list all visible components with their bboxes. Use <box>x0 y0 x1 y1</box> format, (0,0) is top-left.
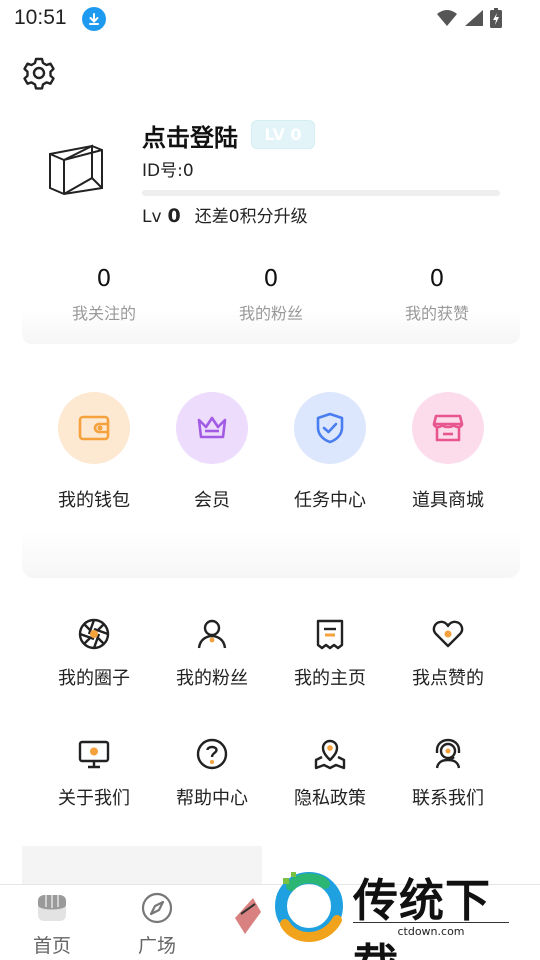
menu-card: 我的圈子 我的粉丝 我的主页 我点赞的 关于我们 帮助中心 隐私政策 联系我们 <box>22 578 520 844</box>
gear-icon[interactable] <box>20 54 58 92</box>
tab-label: 广场 <box>137 935 176 957</box>
item-store-button[interactable]: 道具商城 <box>389 392 507 512</box>
stat-label: 我的粉丝 <box>238 304 303 323</box>
user-id: ID号:0 <box>142 161 194 181</box>
signal-icon <box>464 9 484 31</box>
menu-label: 我点赞的 <box>412 668 484 689</box>
watermark-title: 传统下载 <box>353 874 492 960</box>
home-store-icon <box>35 891 69 925</box>
menu-label: 联系我们 <box>412 788 484 809</box>
heart-icon <box>430 616 466 652</box>
aperture-icon <box>76 616 112 652</box>
store-icon <box>412 392 484 464</box>
monitor-icon <box>76 736 112 772</box>
tab-square[interactable]: 广场 <box>117 891 197 958</box>
profile-card: 点击登陆 LV 0 ID号:0 Lv 0 还差0积分升级 0 我关注的 0 我的… <box>22 110 520 344</box>
download-icon <box>82 7 106 31</box>
level-progress-bar <box>142 190 500 196</box>
homepage-icon <box>312 616 348 652</box>
menu-label: 我的粉丝 <box>176 668 248 689</box>
stat-likes[interactable]: 0 我的获赞 <box>367 260 507 324</box>
menu-label: 关于我们 <box>58 788 130 809</box>
wifi-icon <box>436 9 458 31</box>
status-bar: 10:51 <box>0 0 540 38</box>
battery-icon <box>490 8 502 32</box>
menu-item-my-circle[interactable]: 我的圈子 <box>35 616 153 690</box>
stat-following[interactable]: 0 我关注的 <box>34 260 174 324</box>
feature-label: 任务中心 <box>294 490 366 511</box>
level-badge: LV 0 <box>251 120 315 149</box>
menu-item-help-center[interactable]: 帮助中心 <box>153 736 271 810</box>
feature-label: 会员 <box>194 490 230 511</box>
compass-icon <box>140 891 174 925</box>
menu-item-my-homepage[interactable]: 我的主页 <box>271 616 389 690</box>
stat-label: 我关注的 <box>71 304 136 323</box>
stat-value: 0 <box>263 266 279 292</box>
menu-item-liked[interactable]: 我点赞的 <box>389 616 507 690</box>
stat-fans[interactable]: 0 我的粉丝 <box>201 260 341 324</box>
stat-value: 0 <box>429 266 445 292</box>
stat-label: 我的获赞 <box>404 304 469 323</box>
map-pin-icon <box>312 736 348 772</box>
status-time: 10:51 <box>14 6 67 29</box>
menu-label: 我的主页 <box>294 668 366 689</box>
wallet-icon <box>58 392 130 464</box>
feature-label: 道具商城 <box>412 490 484 511</box>
user-icon <box>194 616 230 652</box>
membership-button[interactable]: 会员 <box>153 392 271 512</box>
menu-item-about-us[interactable]: 关于我们 <box>35 736 153 810</box>
help-icon <box>194 736 230 772</box>
watermark-emblem <box>235 872 343 942</box>
menu-item-contact-us[interactable]: 联系我们 <box>389 736 507 810</box>
task-center-button[interactable]: 任务中心 <box>271 392 389 512</box>
watermark-url: ctdown.com <box>353 922 509 938</box>
menu-item-my-fans[interactable]: 我的粉丝 <box>153 616 271 690</box>
watermark-logo: 传统下载 ctdown.com <box>225 858 525 960</box>
menu-label: 帮助中心 <box>176 788 248 809</box>
shield-check-icon <box>294 392 366 464</box>
menu-item-privacy-policy[interactable]: 隐私政策 <box>271 736 389 810</box>
headset-icon <box>430 736 466 772</box>
menu-label: 我的圈子 <box>58 668 130 689</box>
feature-label: 我的钱包 <box>58 490 130 511</box>
avatar[interactable] <box>46 138 108 202</box>
tab-home[interactable]: 首页 <box>12 891 92 958</box>
tab-label: 首页 <box>32 935 71 957</box>
level-hint: 还差0积分升级 <box>194 207 308 227</box>
wallet-button[interactable]: 我的钱包 <box>35 392 153 512</box>
stats-row: 0 我关注的 0 我的粉丝 0 我的获赞 <box>22 260 520 330</box>
stat-value: 0 <box>96 266 112 292</box>
level-prefix: Lv <box>142 207 162 227</box>
menu-label: 隐私政策 <box>294 788 366 809</box>
crown-icon <box>176 392 248 464</box>
login-prompt[interactable]: 点击登陆 <box>142 118 238 153</box>
level-line: Lv 0 还差0积分升级 <box>142 202 308 227</box>
level-number: 0 <box>167 205 181 227</box>
feature-card: 我的钱包 会员 任务中心 道具商城 <box>22 344 520 578</box>
